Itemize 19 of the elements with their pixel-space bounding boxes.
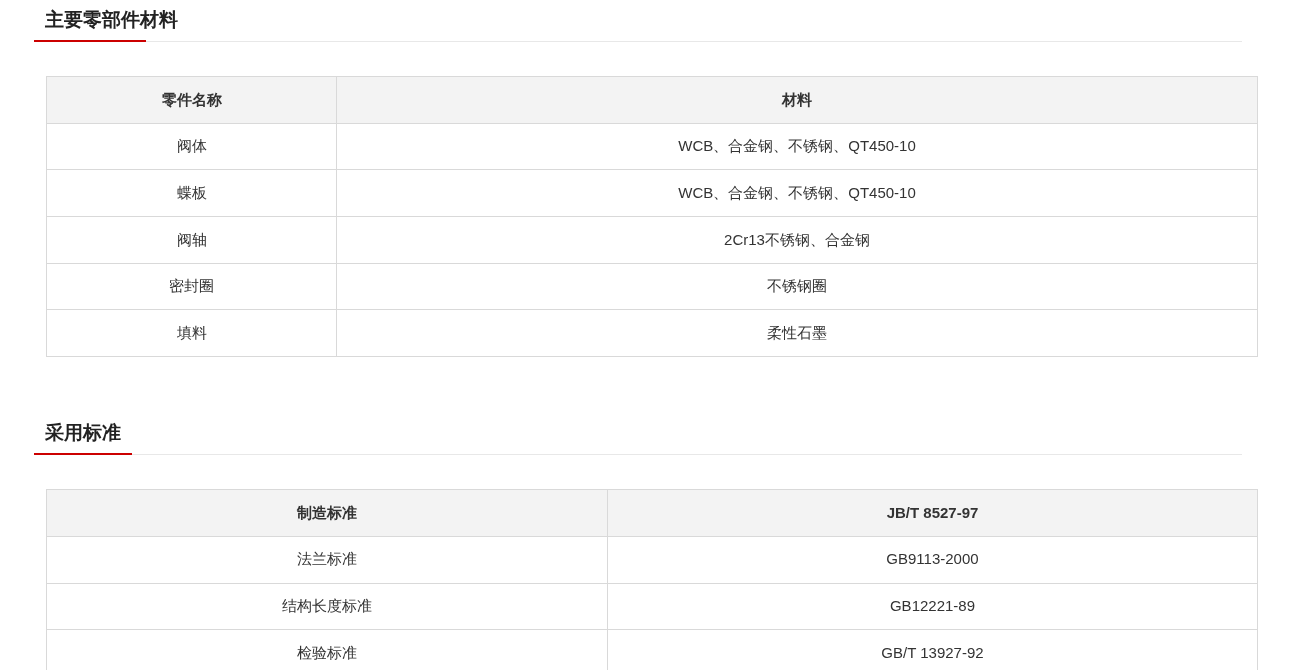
table-cell: WCB、合金钢、不锈钢、QT450-10	[336, 123, 1258, 170]
table-cell: 阀轴	[46, 216, 337, 264]
table-cell: 法兰标准	[46, 536, 608, 583]
table-cell: 密封圈	[46, 263, 337, 310]
table-cell: 蝶板	[46, 169, 337, 217]
table-cell: GB9113-2000	[607, 536, 1258, 583]
table-cell: 填料	[46, 309, 337, 357]
table-cell: 阀体	[46, 123, 337, 170]
column-header: 制造标准	[46, 489, 608, 537]
table-cell: 柔性石墨	[336, 309, 1258, 357]
table-cell: 结构长度标准	[46, 583, 608, 630]
table-cell: WCB、合金钢、不锈钢、QT450-10	[336, 169, 1258, 217]
column-header: 零件名称	[46, 76, 337, 124]
table-cell: 不锈钢圈	[336, 263, 1258, 310]
column-header: JB/T 8527-97	[607, 489, 1258, 537]
column-header: 材料	[336, 76, 1258, 124]
table-cell: GB12221-89	[607, 583, 1258, 630]
table-cell: 检验标准	[46, 629, 608, 670]
table-cell: 2Cr13不锈钢、合金钢	[336, 216, 1258, 264]
